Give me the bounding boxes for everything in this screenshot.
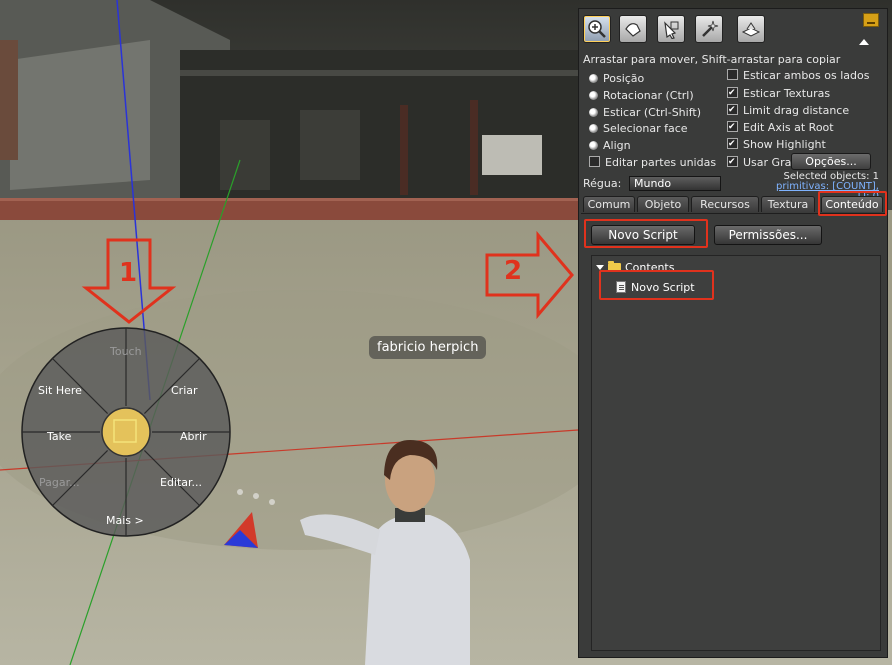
zoom-icon[interactable] — [583, 15, 611, 43]
script-icon — [616, 281, 626, 293]
checkbox-usar-grade[interactable]: Usar Gra — [727, 154, 792, 171]
checkbox-label: Show Highlight — [743, 138, 826, 151]
contents-inventory-list[interactable]: Contents Novo Script — [591, 255, 881, 651]
annotation-step-1-label: 1 — [119, 258, 138, 288]
checkbox-label: Usar Gra — [743, 156, 792, 169]
annotation-step-2-label: 2 — [504, 256, 523, 286]
checkbox-icon — [727, 102, 738, 118]
regua-label: Régua: — [583, 177, 622, 190]
inventory-item-label: Novo Script — [631, 281, 695, 294]
checkbox-limit-drag[interactable]: Limit drag distance — [727, 102, 850, 119]
radio-icon — [589, 91, 598, 100]
checkbox-esticar-ambos[interactable]: Esticar ambos os lados — [727, 68, 869, 84]
tab-objeto[interactable]: Objeto — [637, 196, 689, 212]
edit-icon[interactable] — [657, 15, 685, 43]
pie-item-editar[interactable]: Editar... — [160, 476, 202, 489]
build-tools-panel: Arrastar para mover, Shift-arrastar para… — [578, 8, 888, 658]
pie-item-criar[interactable]: Criar — [171, 384, 198, 397]
inventory-folder-contents[interactable]: Contents — [596, 260, 674, 276]
pie-item-pagar[interactable]: Pagar... — [39, 476, 80, 489]
checkbox-edit-axis-root[interactable]: Edit Axis at Root — [727, 119, 834, 136]
tab-comum[interactable]: Comum — [583, 196, 635, 212]
novo-script-button[interactable]: Novo Script — [591, 225, 695, 245]
inventory-item-novo-script[interactable]: Novo Script — [616, 280, 695, 296]
checkbox-icon — [727, 69, 738, 80]
radio-icon — [589, 141, 598, 150]
checkbox-label: Edit Axis at Root — [743, 121, 834, 134]
radio-label: Esticar (Ctrl-Shift) — [603, 106, 701, 119]
checkbox-label: Esticar Texturas — [743, 87, 831, 100]
radio-rotacionar[interactable]: Rotacionar (Ctrl) — [589, 88, 694, 104]
minimize-button[interactable] — [863, 13, 879, 27]
checkbox-editar-partes-unidas[interactable]: Editar partes unidas — [589, 155, 716, 171]
radio-esticar[interactable]: Esticar (Ctrl-Shift) — [589, 105, 701, 121]
radio-selecionar-face[interactable]: Selecionar face — [589, 121, 688, 137]
tab-textura[interactable]: Textura — [761, 196, 815, 212]
grab-icon[interactable] — [619, 15, 647, 43]
radio-icon — [589, 108, 598, 117]
radio-label: Posição — [603, 72, 645, 85]
checkbox-icon — [727, 85, 738, 101]
expand-triangle-icon[interactable] — [596, 265, 604, 270]
checkbox-icon — [727, 154, 738, 170]
land-icon[interactable] — [737, 15, 765, 43]
checkbox-icon — [727, 119, 738, 135]
avatar-nametag: fabricio herpich — [369, 336, 487, 359]
checkbox-show-highlight[interactable]: Show Highlight — [727, 136, 826, 153]
pie-item-touch[interactable]: Touch — [110, 345, 142, 358]
checkbox-label: Limit drag distance — [743, 104, 850, 117]
pie-item-mais[interactable]: Mais > — [106, 514, 144, 527]
collapse-panel-button[interactable] — [859, 39, 869, 45]
radio-align[interactable]: Align — [589, 138, 631, 154]
pie-item-take[interactable]: Take — [47, 430, 71, 443]
checkbox-label: Esticar ambos os lados — [743, 69, 870, 82]
tab-recursos[interactable]: Recursos — [691, 196, 759, 212]
tool-hint: Arrastar para mover, Shift-arrastar para… — [583, 53, 841, 66]
regua-select[interactable]: Mundo — [629, 176, 721, 191]
pie-item-abrir[interactable]: Abrir — [180, 430, 207, 443]
radio-label: Align — [603, 139, 631, 152]
radio-icon — [589, 74, 598, 83]
checkbox-label: Editar partes unidas — [605, 156, 717, 169]
checkbox-esticar-texturas[interactable]: Esticar Texturas — [727, 85, 831, 102]
radio-posicao[interactable]: Posição — [589, 71, 644, 87]
radio-label: Selecionar face — [603, 122, 688, 135]
create-wand-icon[interactable] — [695, 15, 723, 43]
folder-icon — [608, 261, 621, 272]
permissoes-button[interactable]: Permissões... — [714, 225, 822, 245]
tab-divider — [581, 213, 885, 214]
pie-item-sit-here[interactable]: Sit Here — [38, 384, 82, 397]
radio-label: Rotacionar (Ctrl) — [603, 89, 694, 102]
folder-label: Contents — [625, 261, 675, 274]
opcoes-button[interactable]: Opções... — [791, 153, 871, 170]
radio-icon — [589, 124, 598, 133]
checkbox-icon — [589, 156, 600, 167]
checkbox-icon — [727, 136, 738, 152]
tab-conteudo[interactable]: Conteúdo — [821, 196, 883, 212]
